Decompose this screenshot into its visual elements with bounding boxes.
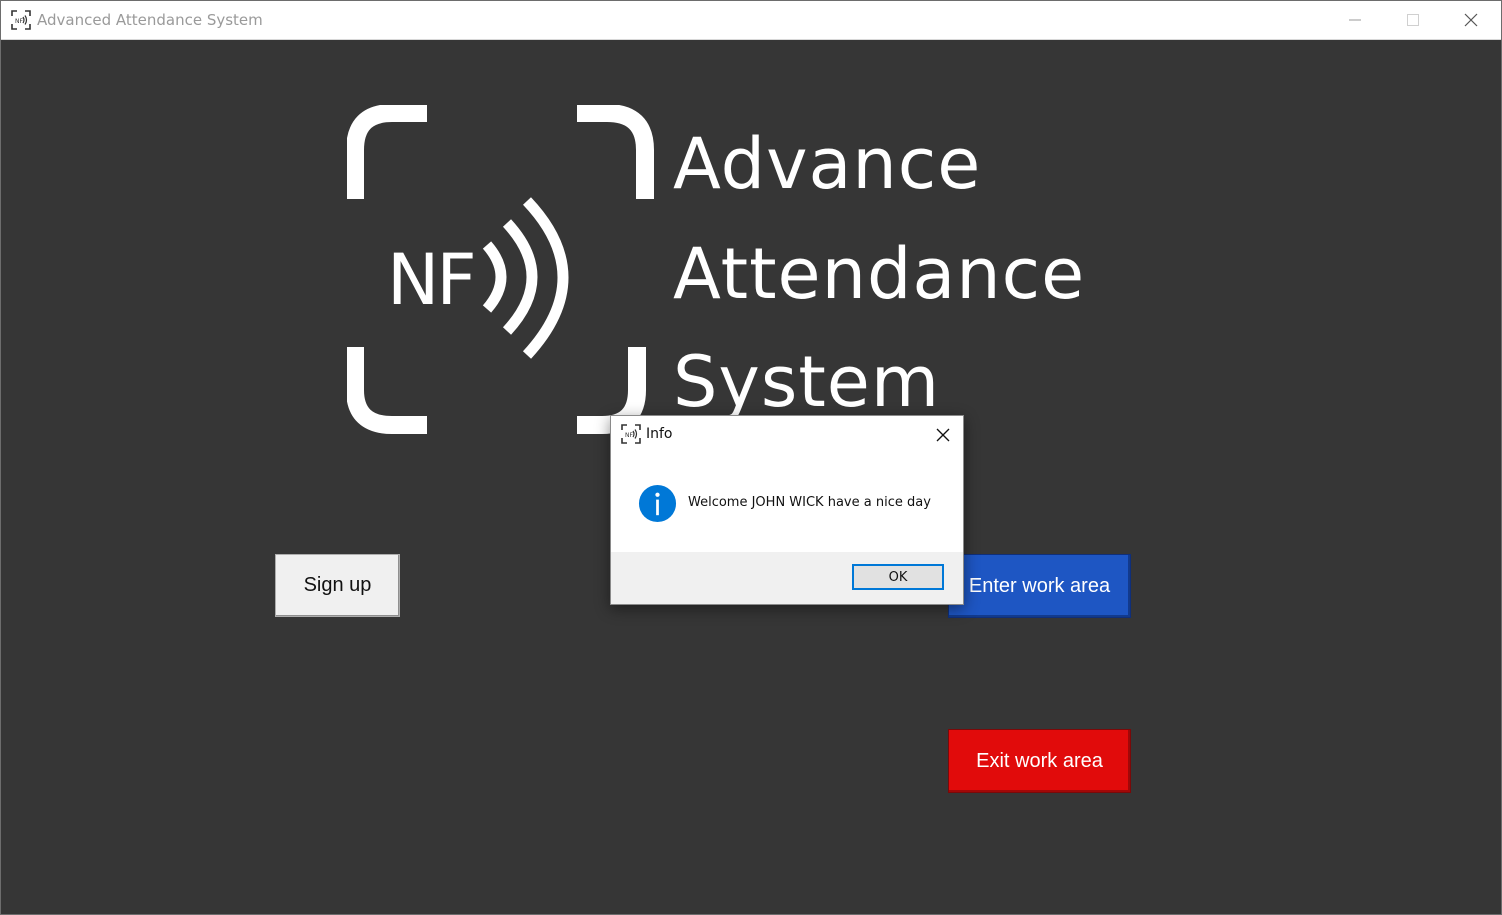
dialog-close-button[interactable] — [929, 422, 957, 448]
info-icon — [638, 484, 677, 523]
window-titlebar[interactable]: NF Advanced Attendance System — [1, 1, 1501, 40]
logo-nf-text: NF — [387, 239, 477, 321]
logo-line-2: Attendance — [673, 233, 1086, 315]
logo-signal-arc-2 — [502, 219, 538, 335]
dialog-body: Welcome JOHN WICK have a nice day — [611, 454, 963, 552]
dialog-titlebar[interactable]: NF Info — [611, 416, 963, 454]
logo-line-3: System — [673, 341, 941, 423]
dialog-title: Info — [646, 426, 673, 442]
close-icon — [1464, 13, 1478, 27]
logo-signal-arc-1 — [482, 241, 507, 313]
enter-work-area-button[interactable]: Enter work area — [948, 554, 1131, 618]
minimize-icon — [1349, 19, 1361, 21]
info-dialog: NF Info Welcome JOHN WICK have a nice da… — [610, 415, 964, 605]
ok-button[interactable]: OK — [852, 564, 944, 590]
nfc-scan-icon: NF — [621, 424, 641, 444]
close-button[interactable] — [1442, 1, 1500, 39]
maximize-button[interactable] — [1384, 1, 1442, 39]
minimize-button[interactable] — [1326, 1, 1384, 39]
dialog-message: Welcome JOHN WICK have a nice day — [688, 495, 931, 510]
logo-corner-bottom-right — [577, 347, 646, 434]
nfc-scan-icon: NF — [11, 10, 31, 30]
main-window: NF Advanced Attendance System NF Advance… — [0, 0, 1502, 915]
maximize-icon — [1407, 14, 1419, 26]
logo-corner-top-right — [577, 105, 654, 199]
dialog-footer: OK — [611, 552, 963, 604]
sign-up-button[interactable]: Sign up — [275, 554, 400, 617]
svg-text:NF: NF — [15, 18, 23, 25]
logo-corner-top-left — [347, 105, 427, 199]
logo-corner-bottom-left — [347, 347, 427, 434]
logo-line-1: Advance — [673, 123, 982, 205]
window-title: Advanced Attendance System — [37, 11, 263, 29]
svg-text:NF: NF — [625, 432, 633, 439]
close-icon — [936, 428, 950, 442]
exit-work-area-button[interactable]: Exit work area — [948, 729, 1131, 793]
